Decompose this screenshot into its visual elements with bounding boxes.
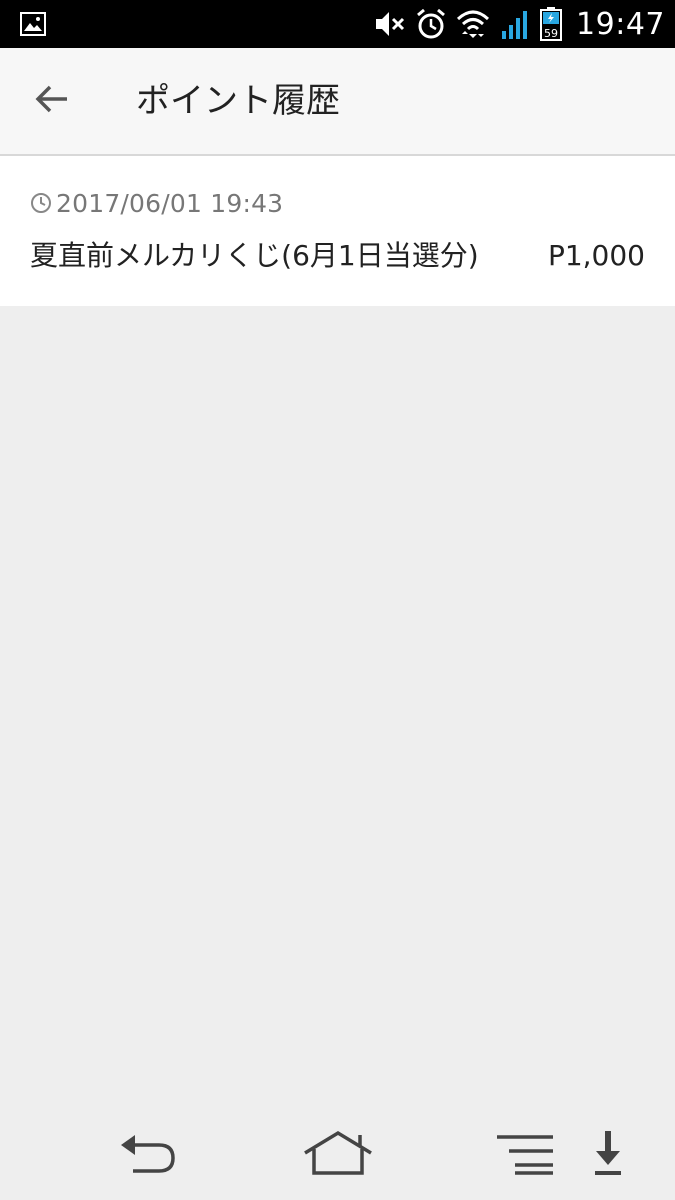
nav-home-button[interactable] <box>300 1128 376 1182</box>
nav-home-icon <box>301 1129 375 1181</box>
alarm-icon <box>416 7 446 41</box>
battery-level: 59 <box>544 27 558 40</box>
item-date-row: 2017/06/01 19:43 <box>30 186 283 220</box>
nav-menu-icon <box>493 1131 557 1179</box>
nav-back-button[interactable] <box>112 1128 182 1182</box>
status-bar: 59 19:47 <box>0 0 675 48</box>
status-time: 19:47 <box>576 6 665 42</box>
arrow-left-icon <box>34 83 70 119</box>
page-title: ポイント履歴 <box>136 81 340 121</box>
gallery-notification-icon <box>20 12 46 36</box>
nav-download-icon <box>592 1129 624 1181</box>
item-points: P1,000 <box>547 239 645 272</box>
nav-menu-button[interactable] <box>492 1128 558 1182</box>
point-history-list: 2017/06/01 19:43 夏直前メルカリくじ(6月1日当選分) P1,0… <box>0 156 675 306</box>
signal-icon <box>500 7 530 41</box>
nav-back-icon <box>115 1131 179 1179</box>
navigation-bar <box>0 1110 675 1200</box>
clock-icon <box>30 192 52 214</box>
mute-icon <box>374 7 406 41</box>
app-bar: ポイント履歴 <box>0 48 675 156</box>
wifi-icon <box>456 7 490 41</box>
status-icons: 59 19:47 <box>364 0 665 48</box>
battery-icon: 59 <box>540 7 563 41</box>
list-item[interactable]: 2017/06/01 19:43 夏直前メルカリくじ(6月1日当選分) P1,0… <box>0 156 675 306</box>
item-title: 夏直前メルカリくじ(6月1日当選分) <box>30 239 479 272</box>
back-button[interactable] <box>20 76 84 126</box>
item-date: 2017/06/01 19:43 <box>56 188 284 218</box>
nav-download-button[interactable] <box>588 1128 628 1182</box>
